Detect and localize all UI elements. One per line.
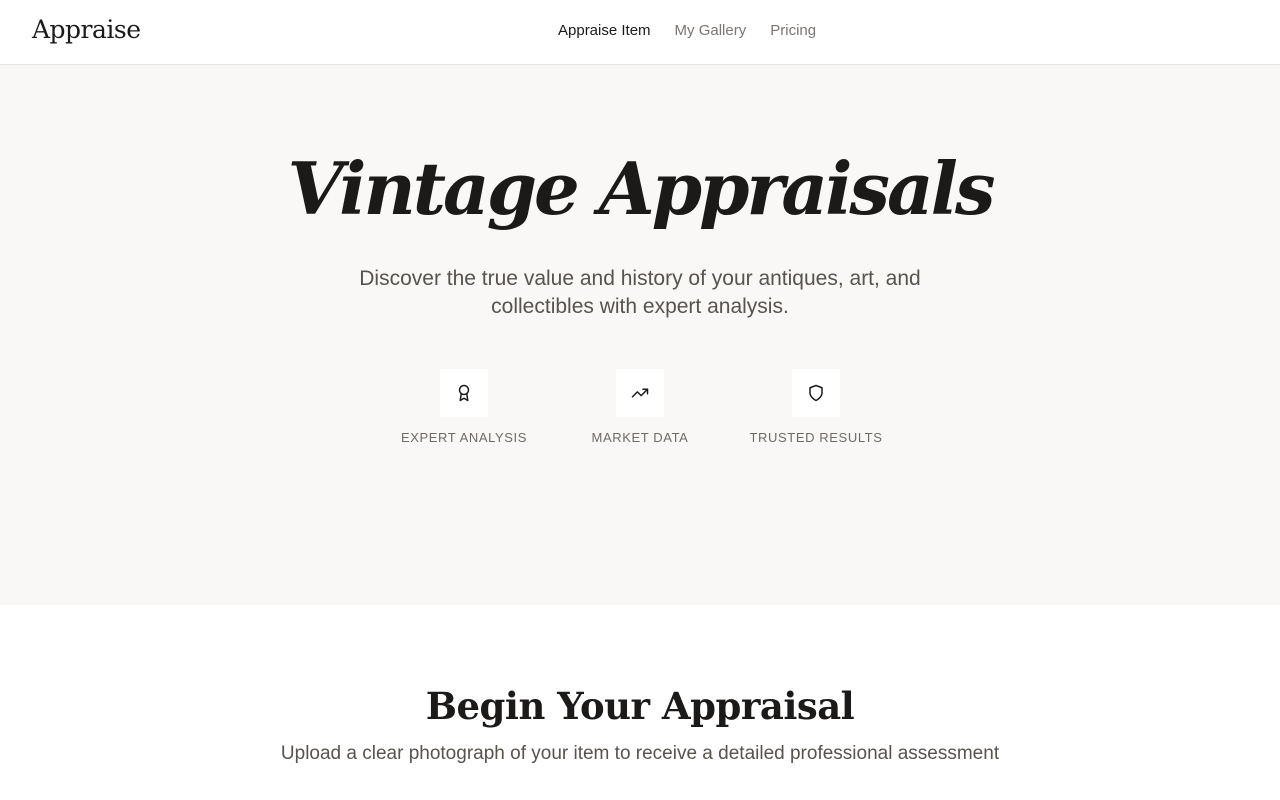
feature-expert-analysis: EXPERT ANALYSIS — [384, 369, 544, 445]
trending-up-icon — [616, 369, 664, 417]
feature-label: EXPERT ANALYSIS — [400, 430, 528, 445]
award-ribbon-icon — [440, 369, 488, 417]
nav-link-my-gallery[interactable]: My Gallery — [675, 22, 747, 39]
logo[interactable]: Appraise — [32, 15, 141, 44]
feature-list: EXPERT ANALYSIS MARKET DATA TRUSTED RESU… — [0, 369, 1280, 459]
hero-subtitle: Discover the true value and history of y… — [359, 267, 921, 318]
nav-link-pricing[interactable]: Pricing — [770, 22, 816, 39]
appraisal-section-title: Begin Your Appraisal — [425, 684, 855, 728]
nav-link-appraise-item[interactable]: Appraise Item — [558, 22, 651, 39]
feature-label: TRUSTED RESULTS — [749, 430, 883, 445]
top-header: Appraise Appraise Item My Gallery Pricin… — [0, 0, 1280, 65]
main-nav: Appraise Item My Gallery Pricing — [558, 22, 816, 39]
feature-trusted-results: TRUSTED RESULTS — [736, 369, 896, 445]
appraisal-section-subtitle: Upload a clear photograph of your item t… — [280, 743, 1000, 764]
feature-label: MARKET DATA — [591, 430, 689, 445]
hero-section: Vintage Appraisals Discover the true val… — [0, 65, 1280, 605]
feature-market-data: MARKET DATA — [560, 369, 720, 445]
shield-icon — [792, 369, 840, 417]
hero-title: Vintage Appraisals — [287, 146, 996, 231]
